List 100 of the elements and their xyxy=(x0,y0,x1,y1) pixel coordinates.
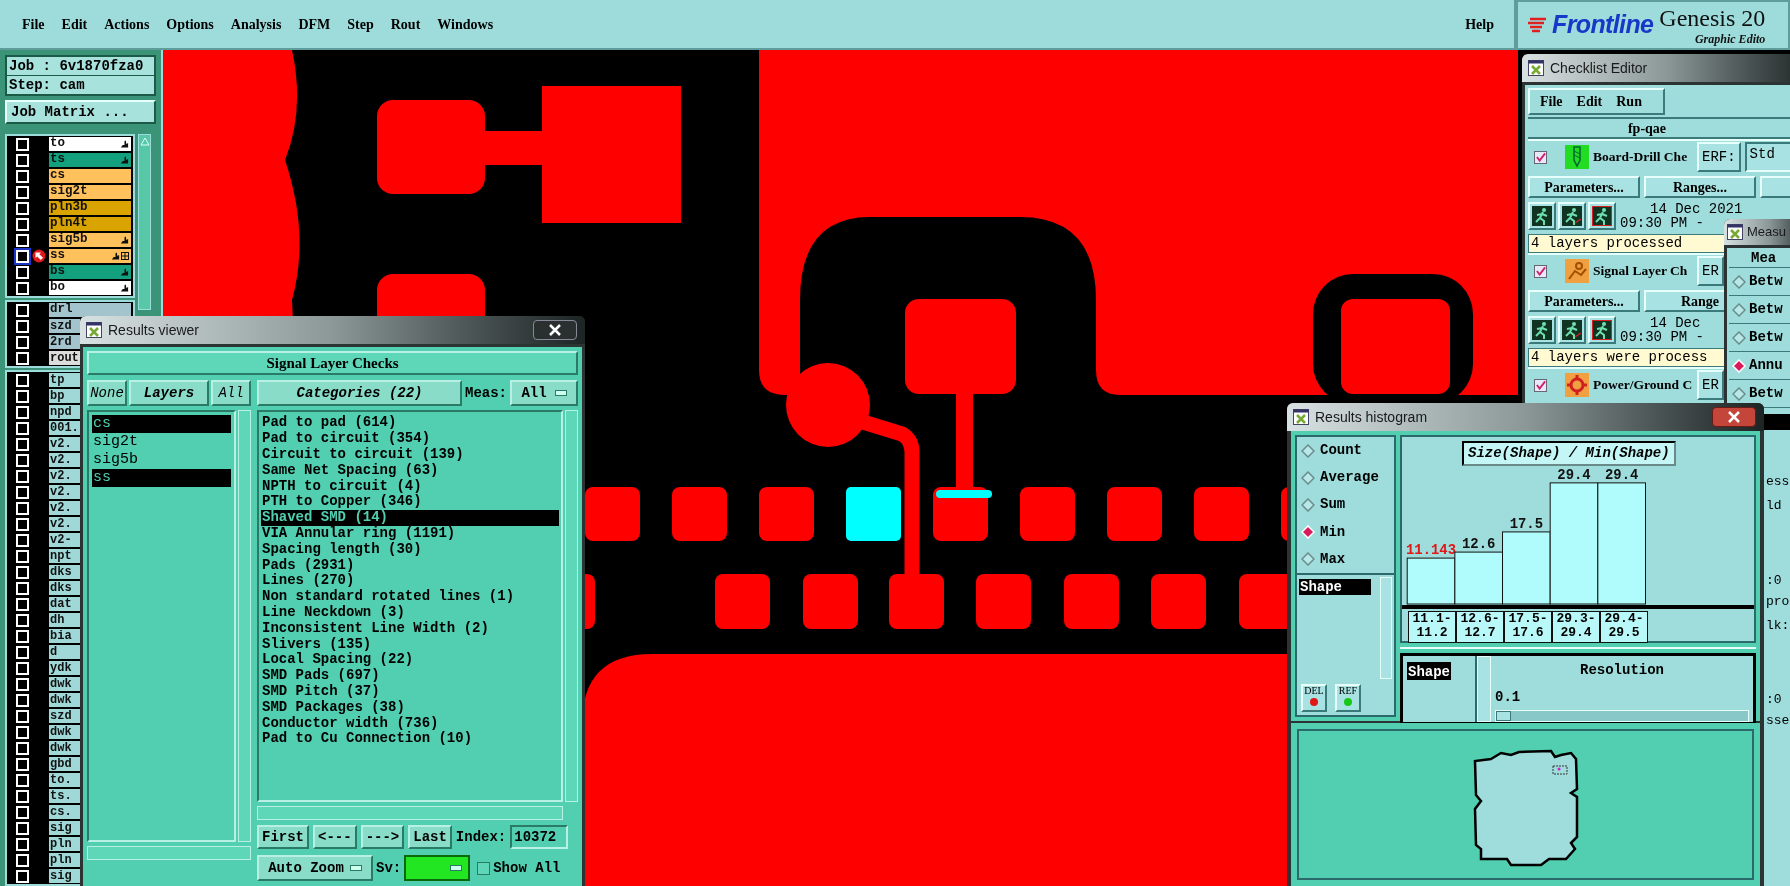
category-list-item[interactable]: Lines (270) xyxy=(261,572,559,589)
layer-name[interactable]: npt xyxy=(49,548,80,564)
layer-checkbox[interactable] xyxy=(16,581,29,595)
layer-filter-button[interactable]: All xyxy=(211,380,251,406)
mode-option[interactable]: Max xyxy=(1320,548,1346,570)
histogram-bar[interactable] xyxy=(1549,482,1599,605)
layer-name[interactable]: to. xyxy=(49,772,80,788)
menu-item[interactable]: File xyxy=(1540,91,1563,112)
category-list-item[interactable]: Non standard rotated lines (1) xyxy=(261,588,559,605)
category-list-item[interactable]: Same Net Spacing (63) xyxy=(261,462,559,479)
layer-checkbox[interactable] xyxy=(16,169,29,183)
radio-button[interactable] xyxy=(1732,330,1746,345)
resolution-field-item[interactable]: Shape xyxy=(1407,662,1451,680)
layer-checkbox[interactable] xyxy=(16,629,29,643)
layer-checkbox[interactable] xyxy=(16,453,29,467)
radio-button[interactable] xyxy=(1301,443,1315,458)
scrollbar[interactable] xyxy=(138,134,151,310)
layer-checkbox[interactable] xyxy=(16,351,29,365)
mode-option[interactable]: Min xyxy=(1320,521,1346,543)
help-menu[interactable]: Help xyxy=(1465,13,1494,35)
layer-name[interactable]: ts. xyxy=(49,788,80,804)
layer-checkbox[interactable] xyxy=(16,217,29,231)
nav-button[interactable]: <--- xyxy=(313,825,357,849)
action-checkbox[interactable] xyxy=(1534,264,1547,278)
mode-option[interactable]: Count xyxy=(1320,440,1362,462)
job-matrix-button[interactable]: Job Matrix ... xyxy=(5,100,156,124)
menu-item[interactable]: Rout xyxy=(390,13,421,35)
category-list-item[interactable]: Conductor width (736) xyxy=(261,715,559,731)
layer-name[interactable]: dat xyxy=(49,596,80,612)
layer-name[interactable]: npd xyxy=(49,404,80,420)
layer-list-item[interactable]: sig2t xyxy=(92,433,231,451)
layer-name[interactable]: pln xyxy=(49,836,80,852)
layer-name[interactable]: ydk xyxy=(49,660,80,676)
erf-field[interactable]: Std xyxy=(1744,142,1790,172)
run-button[interactable] xyxy=(1588,202,1616,230)
layer-name[interactable]: 001. xyxy=(49,420,80,436)
action-button[interactable]: Parameters... xyxy=(1528,176,1640,198)
menu-item[interactable]: Actions xyxy=(104,13,150,35)
layer-list-item[interactable]: ss xyxy=(92,469,231,487)
action-button[interactable]: Parameters... xyxy=(1528,290,1640,312)
measure-option[interactable]: Annu xyxy=(1749,355,1783,376)
run-button[interactable] xyxy=(1528,316,1556,344)
del-button[interactable]: DEL xyxy=(1301,684,1327,712)
resolution-slider[interactable] xyxy=(1495,710,1749,722)
histogram-bar[interactable] xyxy=(1597,482,1646,605)
category-list-item[interactable]: Pad to Cu Connection (10) xyxy=(261,730,559,747)
action-button[interactable]: Ranges... xyxy=(1644,176,1756,198)
run-button[interactable] xyxy=(1558,316,1586,344)
action-checkbox[interactable] xyxy=(1534,378,1547,392)
layer-name[interactable]: dwk xyxy=(49,676,80,692)
layer-checkbox[interactable] xyxy=(16,837,29,851)
measure-option[interactable]: Betw xyxy=(1749,327,1783,348)
menu-item[interactable]: Run xyxy=(1616,91,1642,112)
layer-checkbox[interactable] xyxy=(16,421,29,435)
layer-name[interactable]: sig xyxy=(49,868,80,884)
layer-checkbox[interactable] xyxy=(16,645,29,659)
categories-button[interactable]: Categories (22) xyxy=(257,380,462,406)
category-list-item[interactable]: Slivers (135) xyxy=(261,636,559,652)
layer-name[interactable]: v2. xyxy=(49,452,80,468)
layer-checkbox[interactable] xyxy=(16,153,29,167)
layer-name[interactable]: pln3b xyxy=(49,200,131,216)
layer-checkbox[interactable] xyxy=(16,533,29,547)
radio-button[interactable] xyxy=(1301,497,1315,512)
layer-name[interactable]: pln4t xyxy=(49,216,131,232)
category-list-item[interactable]: Pad to pad (614) xyxy=(261,415,559,431)
layer-checkbox[interactable] xyxy=(16,389,29,403)
slider-thumb[interactable] xyxy=(1496,711,1512,721)
layer-name[interactable]: bp xyxy=(49,388,80,404)
layer-filter-button[interactable]: None xyxy=(87,380,127,406)
layer-checkbox[interactable] xyxy=(16,201,29,215)
close-button[interactable] xyxy=(533,320,577,340)
layer-name[interactable]: sig xyxy=(49,820,80,836)
layer-checkbox[interactable] xyxy=(16,303,29,317)
scrollbar[interactable] xyxy=(565,410,578,802)
layer-name[interactable]: tp xyxy=(49,372,80,388)
layer-name[interactable]: v2. xyxy=(49,516,80,532)
menu-item[interactable]: DFM xyxy=(298,13,331,35)
layer-checkbox[interactable] xyxy=(16,517,29,531)
nav-button[interactable]: ---> xyxy=(360,825,405,849)
run-button[interactable] xyxy=(1588,316,1616,344)
layer-name[interactable]: dwk xyxy=(49,724,80,740)
layer-name[interactable]: v2. xyxy=(49,484,80,500)
category-list-item[interactable]: NPTH to circuit (4) xyxy=(261,478,559,494)
layer-name[interactable]: cs. xyxy=(49,804,80,820)
layer-name[interactable]: to xyxy=(49,136,131,152)
layer-checkbox[interactable] xyxy=(16,693,29,707)
sv-color-dropdown[interactable] xyxy=(404,855,471,881)
layer-checkbox[interactable] xyxy=(16,597,29,611)
layer-checkbox[interactable] xyxy=(16,709,29,723)
menu-item[interactable]: Step xyxy=(347,13,374,35)
layer-name[interactable]: rout xyxy=(49,350,80,366)
erf-button[interactable]: ER xyxy=(1697,370,1724,400)
measure-option[interactable]: Betw xyxy=(1749,271,1783,292)
layer-name[interactable]: szd xyxy=(49,318,80,334)
layer-name[interactable]: dks xyxy=(49,564,80,580)
layer-checkbox[interactable] xyxy=(16,821,29,835)
layer-checkbox[interactable] xyxy=(16,249,29,263)
mode-option[interactable]: Average xyxy=(1320,467,1379,489)
ref-button[interactable]: REF xyxy=(1335,684,1361,712)
layer-checkbox[interactable] xyxy=(16,373,29,387)
